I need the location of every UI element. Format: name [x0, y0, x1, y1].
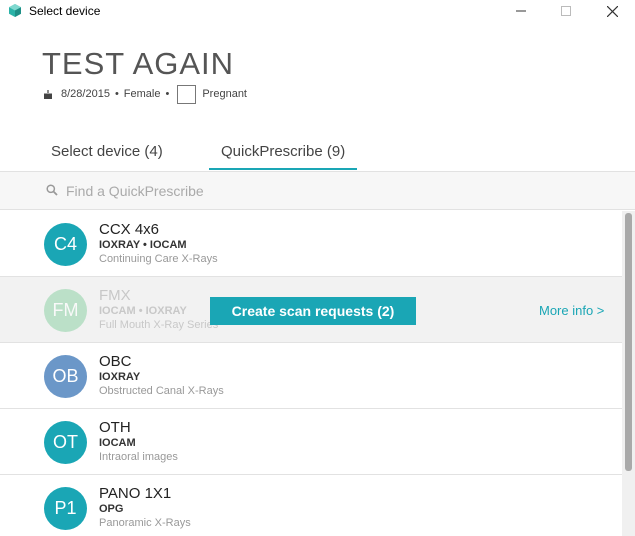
avatar: P1	[44, 487, 87, 530]
search-icon	[46, 184, 58, 196]
item-description: Panoramic X-Rays	[99, 517, 191, 529]
minimize-button[interactable]	[498, 0, 544, 22]
maximize-button[interactable]	[543, 0, 589, 22]
item-name: FMX	[99, 287, 131, 304]
list-item-ccx[interactable]: C4 CCX 4x6 IOXRAY • IOCAM Continuing Car…	[0, 211, 622, 277]
item-name: CCX 4x6	[99, 221, 160, 238]
tab-select-device[interactable]: Select device (4)	[51, 143, 163, 160]
item-description: Intraoral images	[99, 451, 178, 463]
scrollbar[interactable]	[622, 211, 635, 536]
item-description: Obstructed Canal X-Rays	[99, 385, 224, 397]
meta-separator: •	[114, 88, 119, 100]
item-description: Full Mouth X-Ray Series	[99, 319, 219, 331]
list-item-oth[interactable]: OT OTH IOCAM Intraoral images	[0, 409, 622, 475]
avatar: OT	[44, 421, 87, 464]
item-devices: IOCAM	[99, 437, 136, 449]
patient-meta: 8/28/2015 • Female • Pregnant	[44, 84, 247, 104]
item-devices: IOXRAY • IOCAM	[99, 239, 187, 251]
pregnant-checkbox[interactable]	[177, 84, 197, 104]
item-name: PANO 1X1	[99, 485, 172, 502]
item-devices: IOXRAY	[99, 371, 141, 383]
tab-quickprescribe[interactable]: QuickPrescribe (9)	[221, 143, 345, 160]
patient-dob: 8/28/2015	[61, 88, 110, 100]
window-title: Select device	[29, 4, 101, 18]
minimize-icon	[516, 10, 526, 12]
meta-separator: •	[165, 88, 170, 100]
list-item-fmx[interactable]: FM FMX IOCAM • IOXRAY Full Mouth X-Ray S…	[0, 277, 622, 343]
more-info-link[interactable]: More info >	[539, 303, 604, 318]
item-devices: IOCAM • IOXRAY	[99, 305, 187, 317]
search-input[interactable]	[66, 180, 516, 202]
birthday-cake-icon	[44, 89, 52, 99]
item-name: OTH	[99, 419, 131, 436]
patient-sex: Female	[123, 88, 161, 100]
close-icon	[606, 5, 618, 17]
scrollbar-thumb[interactable]	[625, 213, 632, 471]
item-name: OBC	[99, 353, 132, 370]
list-item-obc[interactable]: OB OBC IOXRAY Obstructed Canal X-Rays	[0, 343, 622, 409]
list-item-pano[interactable]: P1 PANO 1X1 OPG Panoramic X-Rays	[0, 475, 622, 536]
title-bar: Select device	[0, 0, 635, 22]
close-button[interactable]	[589, 0, 635, 22]
search-bar	[0, 172, 635, 210]
item-description: Continuing Care X-Rays	[99, 253, 218, 265]
avatar: OB	[44, 355, 87, 398]
avatar: FM	[44, 289, 87, 332]
app-logo-icon	[9, 4, 21, 17]
avatar: C4	[44, 223, 87, 266]
create-scan-requests-button[interactable]: Create scan requests (2)	[210, 297, 416, 325]
quickprescribe-list: C4 CCX 4x6 IOXRAY • IOCAM Continuing Car…	[0, 211, 622, 536]
item-devices: OPG	[99, 503, 124, 515]
patient-name: TEST AGAIN	[42, 46, 235, 81]
pregnant-label: Pregnant	[202, 88, 247, 100]
active-tab-indicator	[209, 168, 357, 170]
maximize-icon	[561, 6, 571, 16]
